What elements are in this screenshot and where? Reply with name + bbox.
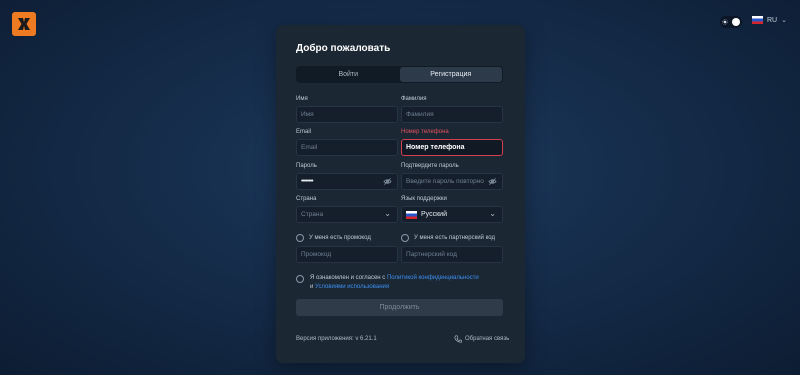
sun-icon bbox=[722, 19, 728, 25]
registration-card: Добро пожаловать Войти Регистрация Имя И… bbox=[276, 25, 525, 363]
phone-icon bbox=[454, 335, 462, 343]
ru-flag-icon bbox=[752, 16, 763, 24]
support-language-group: Язык поддержки Русский ⌄ bbox=[401, 196, 503, 223]
last-name-group: Фамилия Фамилия bbox=[401, 96, 503, 123]
promo-group: Промокод bbox=[296, 246, 398, 263]
email-input[interactable]: Email bbox=[296, 139, 398, 156]
phone-label: Номер телефона bbox=[401, 129, 449, 135]
email-group: Email Email bbox=[296, 129, 398, 156]
continue-button[interactable]: Продолжить bbox=[296, 299, 503, 316]
email-placeholder: Email bbox=[301, 144, 318, 151]
support-language-select[interactable]: Русский ⌄ bbox=[401, 206, 503, 223]
first-name-input[interactable]: Имя bbox=[296, 106, 398, 123]
first-name-group: Имя Имя bbox=[296, 96, 398, 123]
last-name-input[interactable]: Фамилия bbox=[401, 106, 503, 123]
phone-input[interactable]: Номер телефона bbox=[401, 139, 503, 156]
agreement-prefix: Я ознакомлен и согласен с bbox=[310, 275, 386, 281]
password-confirm-input[interactable]: Введите пароль повторно bbox=[401, 173, 503, 190]
feedback-link[interactable]: Обратная связь bbox=[454, 335, 509, 343]
eye-off-icon[interactable] bbox=[488, 177, 497, 186]
feedback-label: Обратная связь bbox=[465, 336, 510, 342]
checkbox-circle[interactable] bbox=[401, 234, 409, 242]
password-value: •••••••• bbox=[301, 178, 314, 185]
x-logo-icon bbox=[18, 18, 30, 30]
password-confirm-label: Подтвердите пароль bbox=[401, 163, 459, 169]
email-label: Email bbox=[296, 129, 312, 135]
promo-placeholder: Промокод bbox=[301, 251, 332, 258]
page-title: Добро пожаловать bbox=[296, 43, 391, 54]
country-label: Страна bbox=[296, 196, 317, 202]
phone-group: Номер телефона Номер телефона bbox=[401, 129, 503, 156]
agreement-checkbox[interactable] bbox=[296, 275, 304, 283]
password-confirm-placeholder: Введите пароль повторно bbox=[406, 178, 484, 185]
ru-flag-icon bbox=[406, 210, 417, 219]
partner-group: Партнерский код bbox=[401, 246, 503, 263]
support-language-value: Русский bbox=[421, 211, 447, 218]
promo-checkbox[interactable]: У меня есть промокод bbox=[296, 234, 371, 242]
country-select[interactable]: Страна ⌄ bbox=[296, 206, 398, 223]
agreement: Я ознакомлен и согласен с Политикой конф… bbox=[296, 274, 479, 292]
partner-checkbox[interactable]: У меня есть партнерский код bbox=[401, 234, 495, 242]
language-code: RU bbox=[767, 16, 778, 24]
auth-tabs: Войти Регистрация bbox=[296, 66, 503, 83]
password-confirm-group: Подтвердите пароль Введите пароль повтор… bbox=[401, 163, 503, 190]
password-label: Пароль bbox=[296, 163, 317, 169]
eye-off-icon[interactable] bbox=[383, 177, 392, 186]
partner-placeholder: Партнерский код bbox=[406, 251, 457, 258]
chevron-down-icon: ⌄ bbox=[781, 17, 787, 24]
first-name-label: Имя bbox=[296, 96, 308, 102]
tab-login[interactable]: Войти bbox=[297, 67, 400, 82]
promo-checkbox-label: У меня есть промокод bbox=[309, 235, 371, 241]
chevron-down-icon: ⌄ bbox=[384, 209, 391, 218]
support-language-label: Язык поддержки bbox=[401, 196, 447, 202]
last-name-label: Фамилия bbox=[401, 96, 427, 102]
privacy-policy-link[interactable]: Политикой конфиденциальности bbox=[387, 275, 479, 281]
country-group: Страна Страна ⌄ bbox=[296, 196, 398, 223]
app-logo[interactable] bbox=[12, 12, 36, 36]
checkbox-circle[interactable] bbox=[296, 234, 304, 242]
terms-link[interactable]: Условиями использования bbox=[315, 284, 389, 290]
password-input[interactable]: •••••••• bbox=[296, 173, 398, 190]
language-selector[interactable]: RU ⌄ bbox=[752, 16, 787, 24]
moon-icon bbox=[732, 18, 740, 26]
app-version: Версия приложения: v 6.21.1 bbox=[296, 336, 377, 342]
theme-toggle[interactable] bbox=[720, 16, 742, 28]
promo-input[interactable]: Промокод bbox=[296, 246, 398, 263]
password-group: Пароль •••••••• bbox=[296, 163, 398, 190]
partner-checkbox-label: У меня есть партнерский код bbox=[414, 235, 495, 241]
country-placeholder: Страна bbox=[301, 211, 324, 218]
tab-register[interactable]: Регистрация bbox=[399, 67, 502, 82]
last-name-placeholder: Фамилия bbox=[406, 111, 434, 118]
partner-input[interactable]: Партнерский код bbox=[401, 246, 503, 263]
agreement-and: и bbox=[310, 284, 314, 290]
chevron-down-icon: ⌄ bbox=[489, 209, 496, 218]
phone-value: Номер телефона bbox=[406, 144, 465, 151]
first-name-placeholder: Имя bbox=[301, 111, 314, 118]
